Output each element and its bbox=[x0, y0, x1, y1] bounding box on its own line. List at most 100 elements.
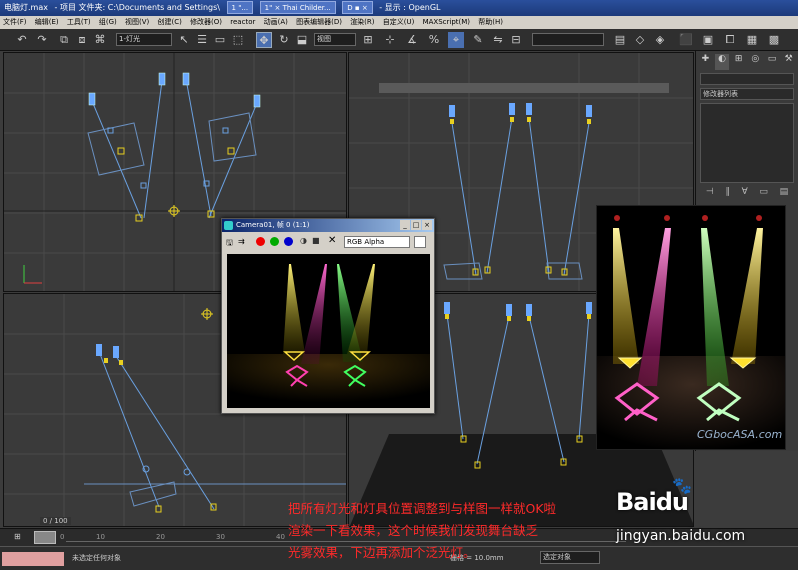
configure-sets-icon[interactable]: ▤ bbox=[780, 187, 789, 199]
render-last-icon[interactable]: ▩ bbox=[766, 32, 782, 48]
object-name-field[interactable] bbox=[700, 73, 794, 85]
motion-tab-icon[interactable]: ◎ bbox=[748, 54, 763, 70]
material-editor-icon[interactable]: ⬛ bbox=[678, 32, 694, 48]
link-icon[interactable]: ⧉ bbox=[56, 32, 72, 48]
display-driver: - 显示 : OpenGL bbox=[379, 3, 441, 12]
pin-stack-icon[interactable]: ⊣ bbox=[706, 187, 714, 199]
mono-channel-icon[interactable]: ◑ bbox=[300, 236, 307, 245]
named-selection-dropdown[interactable] bbox=[532, 33, 604, 46]
sample-stage-render: CGbocASA.com bbox=[597, 206, 785, 449]
menu-create[interactable]: 创建(C) bbox=[157, 18, 181, 26]
project-path: - 项目 文件夹: C:\Documents and Settings\ bbox=[54, 3, 220, 12]
stack-controls: ⊣ ∥ ∀ ▭ ▤ bbox=[700, 187, 794, 199]
schematic-view-icon[interactable]: ◈ bbox=[652, 32, 668, 48]
menu-animation[interactable]: 动画(A) bbox=[264, 18, 288, 26]
jingyan-url: jingyan.baidu.com bbox=[616, 528, 746, 544]
align-icon[interactable]: ⊟ bbox=[508, 32, 524, 48]
curve-editor-icon[interactable]: ◇ bbox=[632, 32, 648, 48]
mirror-icon[interactable]: ⇋ bbox=[490, 32, 506, 48]
edit-named-sel-icon[interactable]: ✎ bbox=[470, 32, 486, 48]
select-scale-icon[interactable]: ⬓ bbox=[294, 32, 310, 48]
taskbar-tab-3[interactable]: D ▪ × bbox=[342, 1, 373, 14]
select-move-icon[interactable]: ✥ bbox=[256, 32, 272, 48]
menu-views[interactable]: 视图(V) bbox=[125, 18, 149, 26]
rendered-frame-window[interactable]: Camera01, 帧 0 (1:1) _ □ × 🖫 ⇉ ◑ ■ ✕ RGB … bbox=[221, 218, 435, 414]
main-toolbar: ↶ ↷ ⧉ ⧈ ⌘ 1-灯光 ↖ ☰ ▭ ⬚ ✥ ↻ ⬓ 视图 ⊞ ⊹ ∡ % … bbox=[0, 29, 798, 51]
menu-customize[interactable]: 自定义(U) bbox=[383, 18, 415, 26]
menu-file[interactable]: 文件(F) bbox=[3, 18, 27, 26]
select-rotate-icon[interactable]: ↻ bbox=[276, 32, 292, 48]
window-crossing-icon[interactable]: ⬚ bbox=[230, 32, 246, 48]
reference-coord-dropdown[interactable]: 视图 bbox=[314, 33, 356, 46]
quick-render-icon[interactable]: ▦ bbox=[744, 32, 760, 48]
red-channel-icon[interactable] bbox=[256, 237, 265, 246]
modifier-stack[interactable] bbox=[700, 103, 794, 183]
render-window-controls: 🖫 ⇉ ◑ ■ ✕ RGB Alpha bbox=[222, 232, 434, 252]
percent-snap-icon[interactable]: % bbox=[426, 32, 442, 48]
menu-reactor[interactable]: reactor bbox=[230, 18, 255, 26]
save-bitmap-icon[interactable]: 🖫 bbox=[226, 237, 233, 251]
layer-manager-icon[interactable]: ▤ bbox=[612, 32, 628, 48]
undo-icon[interactable]: ↶ bbox=[14, 32, 30, 48]
channel-dropdown[interactable]: RGB Alpha bbox=[344, 236, 410, 248]
time-config-icon[interactable]: ⊞ bbox=[14, 532, 21, 541]
tick-30: 30 bbox=[216, 533, 225, 541]
menu-maxscript[interactable]: MAXScript(M) bbox=[423, 18, 470, 26]
taskbar-tab-1[interactable]: 1 "... bbox=[226, 1, 254, 14]
minimize-icon[interactable]: _ bbox=[400, 220, 410, 230]
spinner-snap-icon[interactable]: ⌖ bbox=[448, 32, 464, 48]
render-setup-icon[interactable]: ▣ bbox=[700, 32, 716, 48]
selection-status: 未选定任何对象 bbox=[72, 554, 121, 562]
sample-reference-image: CGbocASA.com bbox=[596, 205, 786, 450]
utilities-tab-icon[interactable]: ⚒ bbox=[781, 54, 796, 70]
copy-bitmap-icon[interactable]: ⇉ bbox=[238, 237, 245, 246]
render-frame-icon[interactable]: ⧠ bbox=[722, 32, 738, 48]
bind-space-warp-icon[interactable]: ⌘ bbox=[92, 32, 108, 48]
menu-modifiers[interactable]: 修改器(O) bbox=[190, 18, 222, 26]
green-channel-icon[interactable] bbox=[270, 237, 279, 246]
close-icon[interactable]: × bbox=[422, 220, 432, 230]
create-tab-icon[interactable]: ✚ bbox=[698, 54, 713, 70]
select-by-name-icon[interactable]: ☰ bbox=[194, 32, 210, 48]
paw-icon: 🐾 bbox=[672, 476, 692, 495]
selection-filter-dropdown[interactable]: 1-灯光 bbox=[116, 33, 172, 46]
app-file-name: 电脑灯.max bbox=[4, 3, 48, 12]
frame-counter: 0 / 100 bbox=[40, 517, 71, 525]
maximize-icon[interactable]: □ bbox=[411, 220, 421, 230]
menu-help[interactable]: 帮助(H) bbox=[478, 18, 503, 26]
modifier-list-dropdown[interactable]: 修改器列表 bbox=[700, 88, 794, 100]
menu-graph-editors[interactable]: 图表编辑器(D) bbox=[296, 18, 342, 26]
blue-channel-icon[interactable] bbox=[284, 237, 293, 246]
clear-icon[interactable]: ■ bbox=[312, 236, 320, 245]
menu-bar: 文件(F) 编辑(E) 工具(T) 组(G) 视图(V) 创建(C) 修改器(O… bbox=[0, 16, 798, 29]
modify-tab-icon[interactable]: ◐ bbox=[714, 54, 730, 70]
remove-modifier-icon[interactable]: ▭ bbox=[759, 187, 768, 199]
show-end-result-icon[interactable]: ∥ bbox=[725, 187, 730, 199]
hierarchy-tab-icon[interactable]: ⊞ bbox=[731, 54, 746, 70]
taskbar-tab-2[interactable]: 1" × Thai Childer... bbox=[259, 1, 336, 14]
pivot-center-icon[interactable]: ⊞ bbox=[360, 32, 376, 48]
menu-rendering[interactable]: 渲染(R) bbox=[350, 18, 374, 26]
time-slider-handle[interactable] bbox=[34, 531, 56, 544]
rendered-image bbox=[227, 254, 430, 408]
color-swatch[interactable] bbox=[414, 236, 426, 248]
menu-group[interactable]: 组(G) bbox=[99, 18, 117, 26]
snap-toggle-icon[interactable]: ⊹ bbox=[382, 32, 398, 48]
maxscript-listener[interactable] bbox=[2, 552, 64, 566]
clear-frame-icon[interactable]: ✕ bbox=[328, 235, 336, 246]
redo-icon[interactable]: ↷ bbox=[34, 32, 50, 48]
command-panel-tabs: ✚ ◐ ⊞ ◎ ▭ ⚒ bbox=[698, 54, 796, 70]
render-window-title: Camera01, 帧 0 (1:1) bbox=[236, 221, 310, 229]
angle-snap-icon[interactable]: ∡ bbox=[404, 32, 420, 48]
menu-tools[interactable]: 工具(T) bbox=[67, 18, 91, 26]
unlink-icon[interactable]: ⧈ bbox=[74, 32, 90, 48]
sample-watermark: CGbocASA.com bbox=[697, 428, 782, 441]
display-tab-icon[interactable]: ▭ bbox=[765, 54, 780, 70]
title-bar: 电脑灯.max - 项目 文件夹: C:\Documents and Setti… bbox=[0, 0, 798, 16]
menu-edit[interactable]: 编辑(E) bbox=[35, 18, 59, 26]
select-object-icon[interactable]: ↖ bbox=[176, 32, 192, 48]
make-unique-icon[interactable]: ∀ bbox=[742, 187, 748, 199]
baidu-watermark: Baidu 🐾 jingyan.baidu.com bbox=[612, 476, 794, 556]
tick-0: 0 bbox=[60, 533, 65, 541]
rect-select-icon[interactable]: ▭ bbox=[212, 32, 228, 48]
